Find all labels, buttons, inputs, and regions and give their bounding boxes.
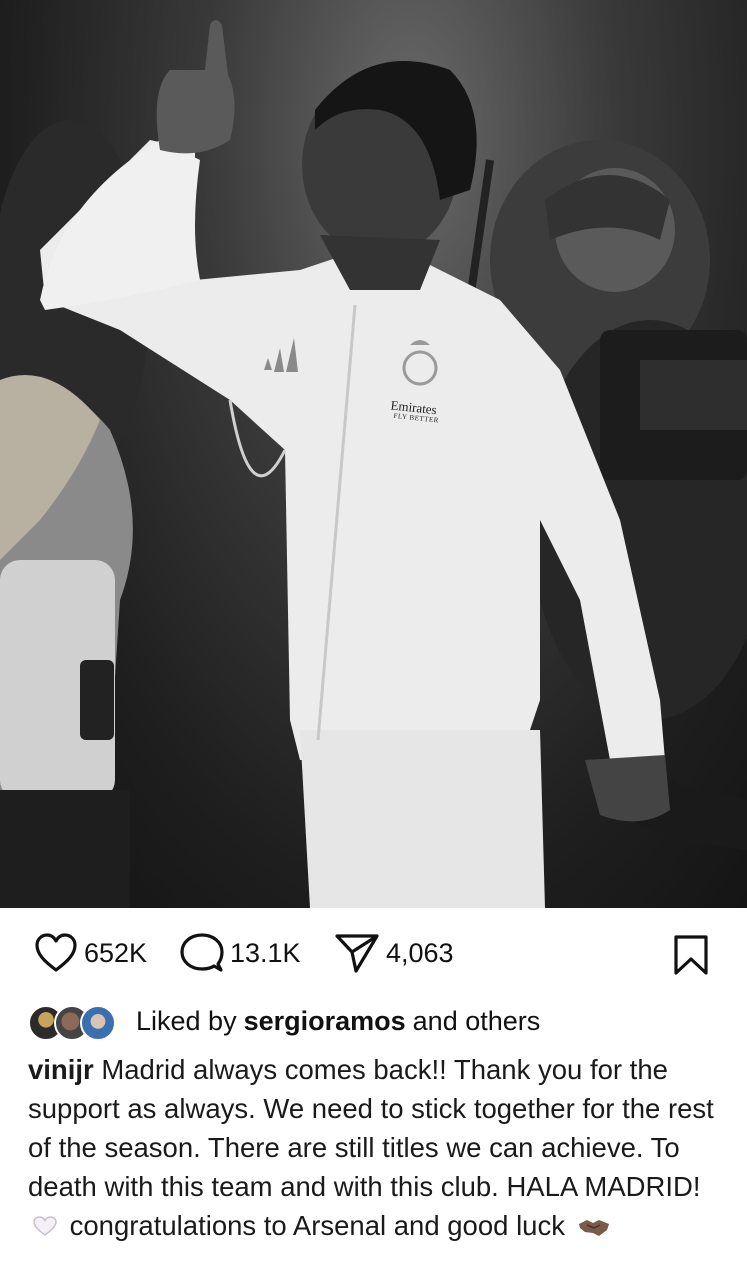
liked-by-row[interactable]: Liked by sergioramos and others [28,1000,540,1042]
liked-by-user[interactable]: sergioramos [244,1006,406,1037]
save-button[interactable] [672,932,710,978]
post-caption: vinijr Madrid always comes back!! Thank … [28,1050,728,1245]
comment-icon [180,933,224,972]
send-icon [335,934,379,973]
shares-count: 4,063 [386,937,454,968]
liked-by-prefix: Liked by [136,1005,237,1036]
player-pointing-up-photo [0,20,747,908]
post-photo[interactable]: Emirates FLY BETTER [0,0,747,908]
like-button[interactable]: 652K [34,930,147,976]
caption-text-1: Madrid always comes back!! Thank you for… [28,1054,714,1202]
white-heart-emoji-icon [33,1216,57,1236]
caption-text-2: congratulations to Arsenal and good luck [69,1210,565,1241]
share-button[interactable]: 4,063 [334,930,454,976]
avatar [80,1005,116,1041]
heart-icon [35,933,77,972]
bookmark-icon [674,935,708,975]
handshake-emoji-icon [578,1220,609,1236]
liker-avatars [28,1003,124,1041]
comments-count: 13.1K [230,937,301,968]
likes-count: 652K [84,937,148,968]
caption-username[interactable]: vinijr [28,1054,94,1085]
comment-button[interactable]: 13.1K [180,930,301,976]
liked-by-suffix: and others [412,1005,541,1036]
